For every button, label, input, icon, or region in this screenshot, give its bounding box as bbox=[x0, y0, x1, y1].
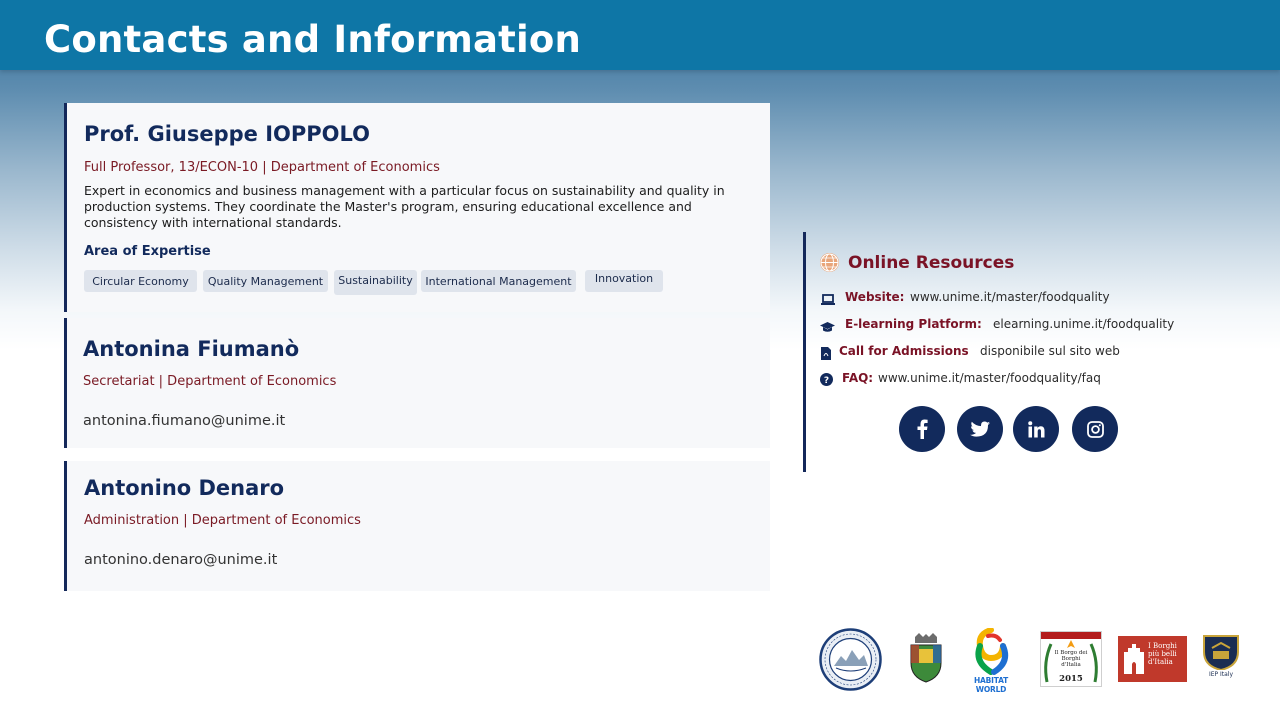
svg-text:?: ? bbox=[824, 376, 829, 386]
admissions-value: disponibile sul sito web bbox=[980, 344, 1120, 358]
university-seal-logo bbox=[819, 628, 882, 691]
borghi-text: I Borghi più belli d'Italia bbox=[1148, 642, 1177, 666]
globe-icon bbox=[820, 253, 839, 272]
question-circle-icon: ? bbox=[820, 371, 833, 386]
municipal-crest-logo bbox=[907, 633, 945, 683]
contact-description: Expert in economics and business managem… bbox=[84, 183, 725, 230]
borgo-year: 2015 bbox=[1059, 674, 1083, 684]
iep-italy-logo: IEP Italy bbox=[1202, 634, 1240, 682]
contact-name: Antonino Denaro bbox=[84, 476, 285, 500]
contact-name: Antonina Fiumanò bbox=[83, 337, 300, 361]
facebook-button[interactable] bbox=[899, 406, 945, 452]
contact-email[interactable]: antonino.denaro@unime.it bbox=[84, 552, 277, 568]
contact-role: Administration | Department of Economics bbox=[84, 513, 361, 528]
expertise-tag: Quality Management bbox=[203, 270, 328, 292]
instagram-icon bbox=[1086, 420, 1104, 438]
graduation-cap-icon bbox=[820, 318, 835, 332]
admissions-label: Call for Admissions bbox=[839, 344, 969, 358]
expertise-tag: Circular Economy bbox=[84, 270, 197, 292]
contact-role: Secretariat | Department of Economics bbox=[83, 374, 337, 389]
expertise-tag: Innovation bbox=[585, 270, 663, 292]
header-bar: Contacts and Information bbox=[0, 0, 1280, 70]
twitter-button[interactable] bbox=[957, 406, 1003, 452]
resources-title: Online Resources bbox=[848, 253, 1015, 273]
twitter-icon bbox=[970, 421, 990, 437]
website-label: Website: bbox=[845, 290, 905, 304]
contact-email[interactable]: antonina.fiumano@unime.it bbox=[83, 413, 285, 429]
instagram-button[interactable] bbox=[1072, 406, 1118, 452]
contact-role: Full Professor, 13/ECON-10 | Department … bbox=[84, 160, 440, 175]
expertise-tag: Sustainability bbox=[334, 270, 417, 295]
faq-link[interactable]: www.unime.it/master/foodquality/faq bbox=[878, 371, 1101, 385]
habitat-world-text: HABITAT WORLD bbox=[973, 676, 1009, 694]
elearning-label: E-learning Platform: bbox=[845, 317, 982, 331]
iep-text: IEP Italy bbox=[1208, 671, 1234, 678]
page-title: Contacts and Information bbox=[44, 18, 582, 61]
habitat-world-logo: HABITAT WORLD bbox=[958, 627, 1024, 694]
website-link[interactable]: www.unime.it/master/foodquality bbox=[910, 290, 1110, 304]
faq-label: FAQ: bbox=[842, 371, 874, 385]
borgo-text: Il Borgo dei Borghi d'Italia bbox=[1054, 650, 1088, 668]
facebook-icon bbox=[917, 419, 928, 439]
borgo-dei-borghi-logo: Il Borgo dei Borghi d'Italia 2015 bbox=[1040, 631, 1102, 687]
pdf-file-icon bbox=[821, 345, 834, 360]
linkedin-button[interactable] bbox=[1013, 406, 1059, 452]
linkedin-icon bbox=[1027, 420, 1044, 437]
contact-card-fiumano: Antonina Fiumanò Secretariat | Departmen… bbox=[64, 318, 770, 448]
expertise-tag: International Management bbox=[421, 270, 576, 292]
borghi-piu-belli-logo: I Borghi più belli d'Italia bbox=[1118, 636, 1187, 682]
expertise-title: Area of Expertise bbox=[84, 244, 211, 259]
contact-card-denaro: Antonino Denaro Administration | Departm… bbox=[64, 461, 770, 591]
elearning-link[interactable]: elearning.unime.it/foodquality bbox=[993, 317, 1174, 331]
laptop-icon bbox=[821, 291, 835, 305]
contact-card-ioppolo: Prof. Giuseppe IOPPOLO Full Professor, 1… bbox=[64, 103, 770, 312]
contact-name: Prof. Giuseppe IOPPOLO bbox=[84, 122, 370, 146]
